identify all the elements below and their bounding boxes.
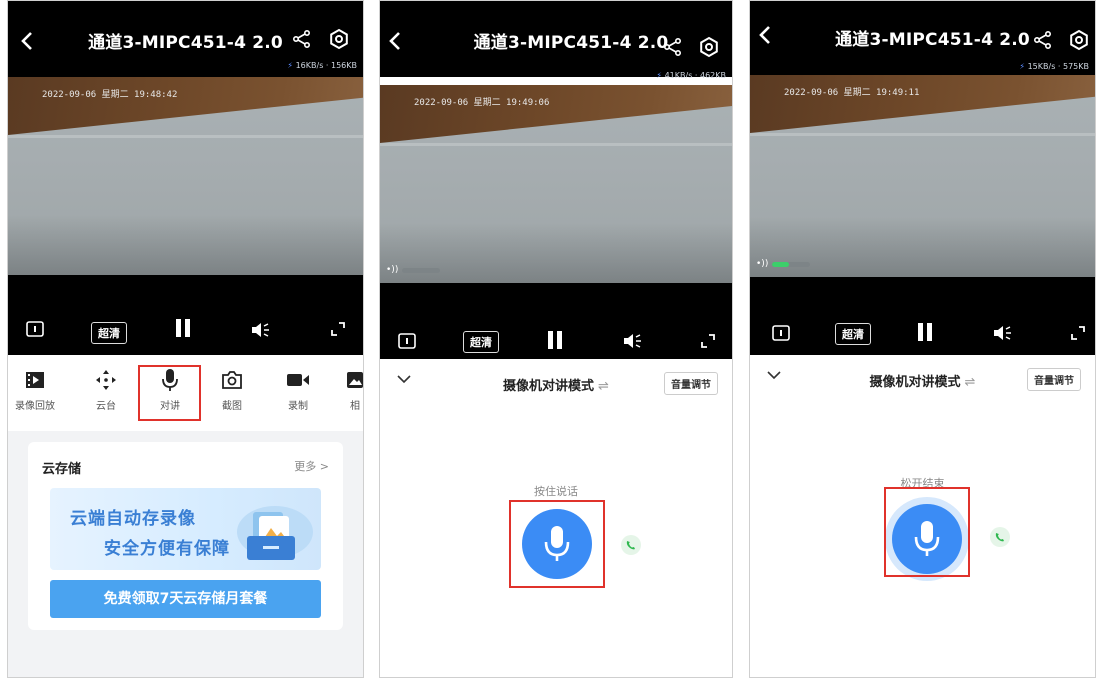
quality-button[interactable]: 超清 xyxy=(835,323,871,345)
pause-icon[interactable] xyxy=(548,331,562,349)
talk-level-indicator: •)) xyxy=(386,265,441,275)
hangup-phone-icon[interactable] xyxy=(990,527,1010,547)
cloud-banner[interactable]: 云端自动存录像 安全方便有保障 xyxy=(50,488,321,570)
phone-screen-talk-active: 通道3-MIPC451-4 2.0 ⚡ 15KB/s · 575KB 2022-… xyxy=(749,0,1096,678)
tool-screenshot[interactable]: 截图 xyxy=(207,369,257,412)
ptz-icon xyxy=(96,370,116,390)
record-icon xyxy=(287,374,309,386)
timestamp-overlay: 2022-09-06 星期二 19:49:06 xyxy=(414,98,550,108)
fullscreen-icon[interactable] xyxy=(1070,325,1086,341)
top-bar: 通道3-MIPC451-4 2.0 ⚡ 16KB/s · 156KB xyxy=(8,1,363,77)
screen-icon[interactable] xyxy=(772,325,790,341)
gear-icon[interactable] xyxy=(328,28,350,50)
tool-playback[interactable]: 录像回放 xyxy=(10,369,60,412)
screen-icon[interactable] xyxy=(26,321,44,337)
highlight-box xyxy=(509,500,605,588)
mute-icon[interactable] xyxy=(250,321,270,339)
camera-icon xyxy=(222,371,242,389)
mute-icon[interactable] xyxy=(992,324,1012,342)
share-icon[interactable] xyxy=(662,36,684,58)
back-arrow-icon[interactable] xyxy=(384,27,408,55)
phone-screen-talk-idle: 通道3-MIPC451-4 2.0 ⚡ 41KB/s · 462KB 2022-… xyxy=(379,0,733,678)
playback-icon xyxy=(26,372,44,388)
screen-icon[interactable] xyxy=(398,333,416,349)
timestamp-overlay: 2022-09-06 星期二 19:49:11 xyxy=(784,88,920,98)
volume-button[interactable]: 音量调节 xyxy=(1027,368,1081,391)
mute-icon[interactable] xyxy=(622,332,642,350)
gear-icon[interactable] xyxy=(1068,29,1090,51)
bitrate-readout: ⚡ 41KB/s · 462KB xyxy=(656,71,726,80)
video-view[interactable]: 2022-09-06 星期二 19:48:42 xyxy=(8,77,363,275)
intercom-panel: 摄像机对讲模式 ⇌ 音量调节 松开结束 xyxy=(750,355,1095,677)
audio-wave-icon: •)) xyxy=(386,265,399,275)
fullscreen-icon[interactable] xyxy=(700,333,716,349)
free-trial-button[interactable]: 免费领取7天云存储月套餐 xyxy=(50,580,321,618)
pause-icon[interactable] xyxy=(918,323,932,341)
talk-hint: 按住说话 xyxy=(534,485,578,498)
quality-button[interactable]: 超清 xyxy=(463,331,499,353)
top-bar: 通道3-MIPC451-4 2.0 ⚡ 41KB/s · 462KB xyxy=(380,1,732,80)
cloud-storage-icon xyxy=(237,506,313,560)
share-icon[interactable] xyxy=(1032,29,1054,51)
intercom-panel: 摄像机对讲模式 ⇌ 音量调节 按住说话 xyxy=(380,359,732,677)
highlight-box xyxy=(138,365,201,421)
talk-level-indicator: •)) xyxy=(756,259,811,269)
talk-level-fill xyxy=(772,261,790,267)
more-link[interactable]: 更多 > xyxy=(294,458,329,474)
cloud-storage-card: 云存储 更多 > 云端自动存录像 安全方便有保障 免费领取7天云存储月套餐 xyxy=(28,442,343,630)
tool-bar: 录像回放 云台 对讲 截图 录制 相 xyxy=(8,355,363,431)
talk-level-bar xyxy=(402,267,441,273)
album-icon xyxy=(347,372,363,388)
volume-button[interactable]: 音量调节 xyxy=(664,372,718,395)
pause-icon[interactable] xyxy=(176,319,190,337)
timestamp-overlay: 2022-09-06 星期二 19:48:42 xyxy=(42,90,178,100)
top-bar: 通道3-MIPC451-4 2.0 ⚡ 15KB/s · 575KB xyxy=(750,1,1095,75)
phone-screen-live: 通道3-MIPC451-4 2.0 ⚡ 16KB/s · 156KB 2022-… xyxy=(7,0,364,678)
gear-icon[interactable] xyxy=(698,36,720,58)
player-controls: 超清 xyxy=(380,283,732,359)
highlight-box xyxy=(884,487,970,577)
video-view[interactable]: 2022-09-06 星期二 19:49:06 •)) xyxy=(380,85,732,283)
talk-level-bar xyxy=(772,261,811,267)
tool-record[interactable]: 录制 xyxy=(273,369,323,412)
cloud-heading: 云存储 xyxy=(42,462,82,477)
audio-wave-icon: •)) xyxy=(756,259,769,269)
player-controls: 超清 xyxy=(750,277,1095,355)
hangup-phone-icon[interactable] xyxy=(621,535,641,555)
video-view[interactable]: 2022-09-06 星期二 19:49:11 •)) xyxy=(750,75,1095,277)
quality-button[interactable]: 超清 xyxy=(91,322,127,344)
bitrate-readout: ⚡ 15KB/s · 575KB xyxy=(1019,62,1089,71)
share-icon[interactable] xyxy=(291,28,313,50)
tool-ptz[interactable]: 云台 xyxy=(81,369,131,412)
bitrate-readout: ⚡ 16KB/s · 156KB xyxy=(287,61,357,70)
player-controls: 超清 xyxy=(8,275,363,355)
tool-album[interactable]: 相 xyxy=(330,369,363,412)
fullscreen-icon[interactable] xyxy=(330,321,346,337)
